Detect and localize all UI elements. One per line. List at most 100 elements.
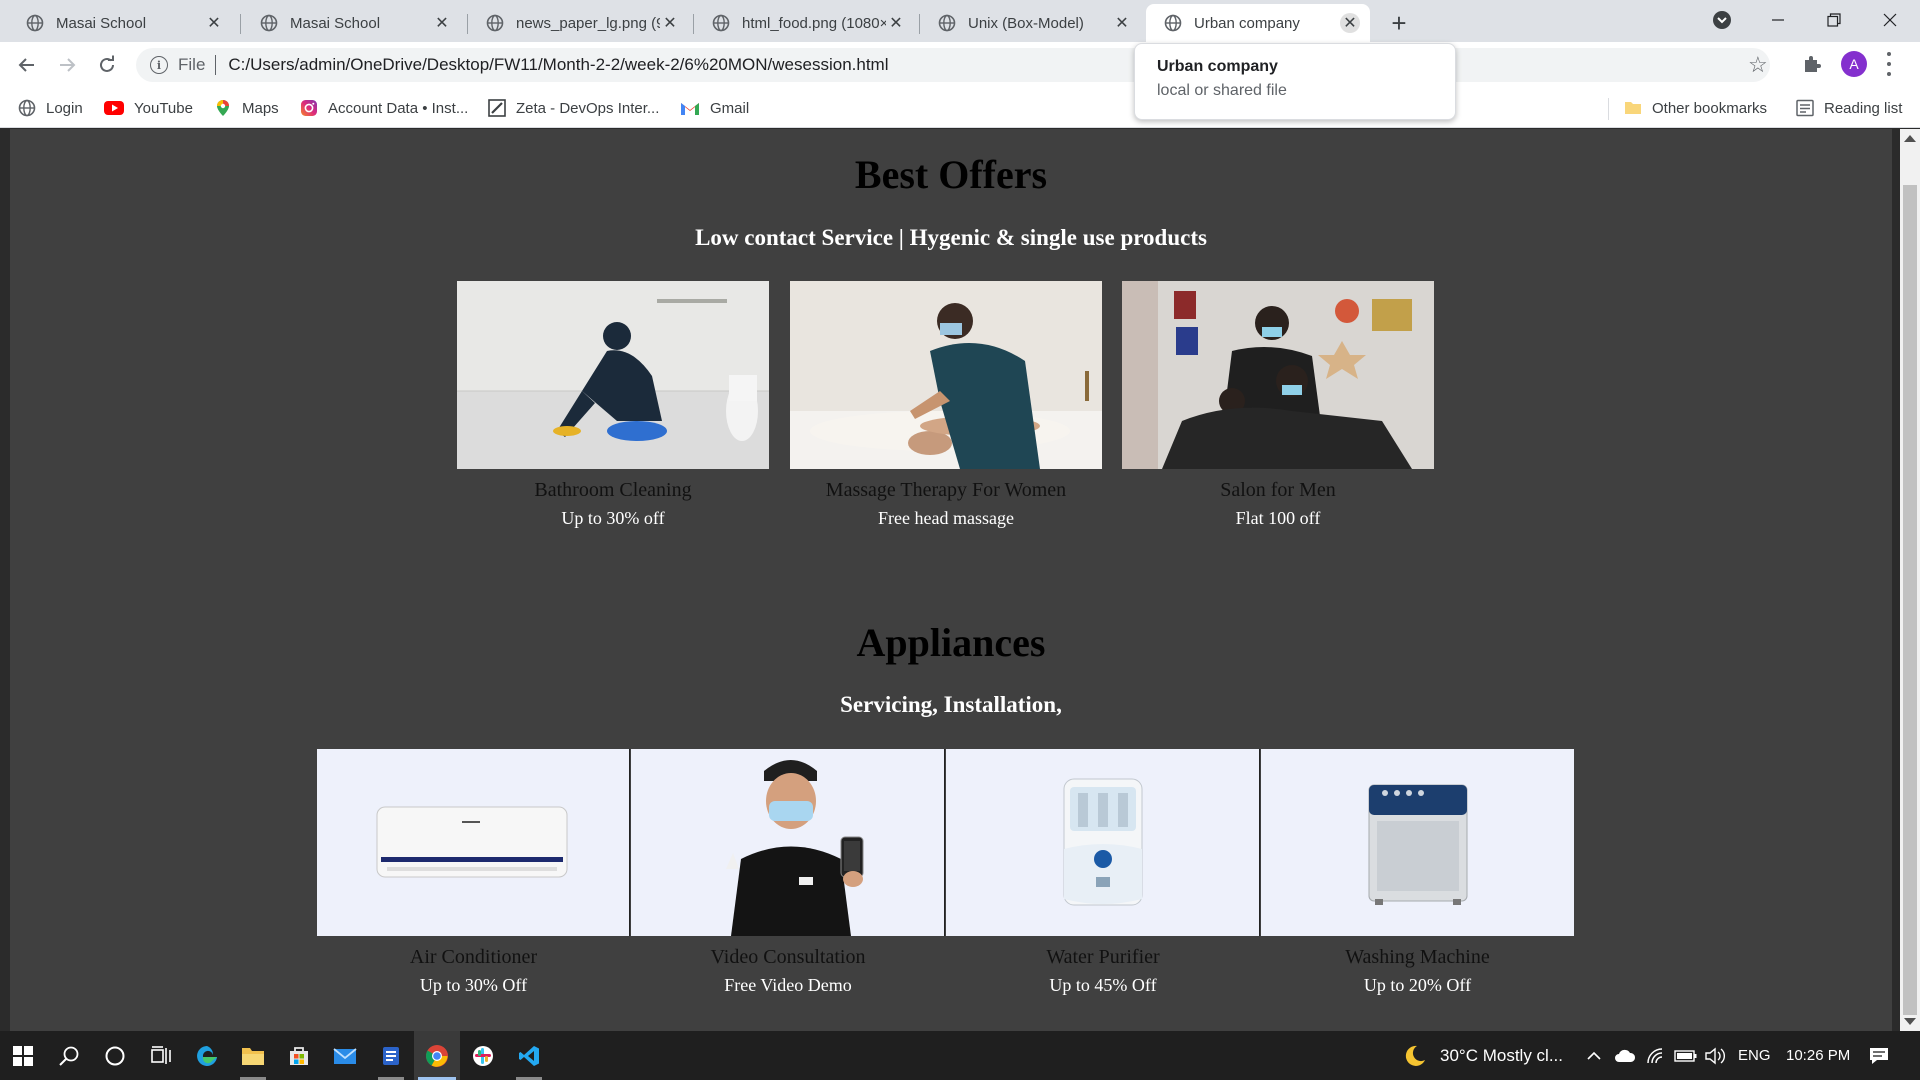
onedrive-tray[interactable] — [1614, 1031, 1636, 1080]
bookmark-zeta[interactable]: Zeta - DevOps Inter... — [488, 96, 659, 120]
info-icon[interactable]: i — [150, 56, 168, 74]
bookmark-label: Account Data • Inst... — [328, 99, 469, 117]
scroll-up-arrow-icon[interactable] — [1904, 135, 1916, 142]
close-window-button[interactable] — [1862, 0, 1918, 40]
bathroom-cleaning-image — [457, 281, 769, 469]
close-icon — [1883, 13, 1897, 27]
restore-button[interactable] — [1806, 0, 1862, 40]
extensions-puzzle-icon[interactable] — [1800, 51, 1826, 77]
card-name: Air Conditioner — [409, 946, 538, 968]
arrow-right-icon — [60, 58, 76, 72]
card-offer: Up to 30% Off — [419, 975, 528, 995]
show-hidden-icons[interactable] — [1586, 1031, 1602, 1080]
bookmark-star-icon[interactable]: ☆ — [1748, 52, 1768, 78]
weather-widget[interactable] — [1402, 1031, 1428, 1080]
bookmarks-divider — [1608, 98, 1609, 120]
cortana-button[interactable] — [92, 1031, 138, 1080]
tab-title: Urban company — [1194, 14, 1300, 32]
address-bar[interactable]: i File C:/Users/admin/OneDrive/Desktop/F… — [136, 48, 1770, 82]
minimize-icon — [1772, 19, 1784, 21]
other-bookmarks[interactable]: Other bookmarks — [1624, 96, 1767, 120]
edge-taskbar-button[interactable] — [184, 1031, 230, 1080]
input-language[interactable]: ENG — [1738, 1031, 1771, 1080]
scroll-down-arrow-icon[interactable] — [1904, 1018, 1916, 1025]
bookmark-maps[interactable]: Maps — [214, 96, 279, 120]
url-text[interactable]: C:/Users/admin/OneDrive/Desktop/FW11/Mon… — [228, 55, 888, 75]
appliance-card-washing-machine[interactable]: Washing Machine Up to 20% Off — [1261, 749, 1574, 996]
bookmark-youtube[interactable]: YouTube — [104, 96, 193, 120]
appliance-card-air-conditioner[interactable]: Air Conditioner Up to 30% Off — [317, 749, 630, 996]
tab-search-button[interactable] — [1694, 0, 1750, 40]
microsoft-store-button[interactable] — [276, 1031, 322, 1080]
chrome-icon — [426, 1044, 448, 1067]
tab-news-paper[interactable]: news_paper_lg.png (9 ✕ — [468, 4, 690, 42]
card-offer: Up to 45% Off — [1049, 975, 1157, 995]
file-explorer-button[interactable] — [230, 1031, 276, 1080]
back-button[interactable] — [12, 50, 42, 80]
moon-weather-icon — [1405, 1045, 1425, 1066]
tab-title: Unix (Box-Model) — [968, 14, 1084, 32]
menu-kebab-icon[interactable] — [1884, 52, 1894, 76]
mail-button[interactable] — [322, 1031, 368, 1080]
close-tab-icon[interactable]: ✕ — [432, 13, 452, 33]
battery-tray[interactable] — [1674, 1031, 1698, 1080]
close-tab-icon[interactable]: ✕ — [660, 13, 680, 33]
tab-urban-company[interactable]: Urban company ✕ — [1146, 4, 1370, 42]
appliance-card-water-purifier[interactable]: Water Purifier Up to 45% Off — [946, 749, 1260, 996]
restore-icon — [1827, 13, 1841, 27]
close-tab-icon[interactable]: ✕ — [886, 13, 906, 33]
volume-tray[interactable] — [1704, 1031, 1726, 1080]
start-button[interactable] — [0, 1031, 46, 1080]
tooltip-subtitle: local or shared file — [1157, 82, 1287, 99]
globe-icon — [938, 14, 956, 32]
store-bag-icon — [290, 1046, 308, 1065]
task-view-button[interactable] — [138, 1031, 184, 1080]
search-button[interactable] — [46, 1031, 92, 1080]
folder-icon — [1625, 102, 1641, 114]
reading-list[interactable]: Reading list — [1796, 96, 1902, 120]
action-center-button[interactable] — [1868, 1031, 1890, 1080]
maps-pin-icon — [217, 100, 229, 116]
other-bookmarks-label: Other bookmarks — [1652, 99, 1768, 117]
close-tab-icon[interactable]: ✕ — [204, 13, 224, 33]
vscode-button[interactable] — [506, 1031, 552, 1080]
washing-machine-image — [1261, 749, 1574, 936]
mail-envelope-icon — [333, 1047, 357, 1064]
network-tray[interactable] — [1646, 1031, 1666, 1080]
bookmark-instagram[interactable]: Account Data • Inst... — [300, 96, 468, 120]
offer-card-massage-therapy[interactable]: Massage Therapy For Women Free head mass… — [790, 281, 1102, 529]
bookmark-gmail[interactable]: Gmail — [680, 96, 749, 120]
appliance-card-video-consultation[interactable]: Video Consultation Free Video Demo — [631, 749, 945, 996]
offer-card-bathroom-cleaning[interactable]: Bathroom Cleaning Up to 30% off — [457, 281, 769, 529]
cortana-circle-icon — [105, 1046, 125, 1065]
tab-unix-box-model[interactable]: Unix (Box-Model) ✕ — [920, 4, 1142, 42]
water-purifier-image — [946, 749, 1260, 936]
close-tab-icon[interactable]: ✕ — [1340, 13, 1360, 33]
weather-text[interactable]: 30°C Mostly cl... — [1440, 1031, 1563, 1080]
close-tab-icon[interactable]: ✕ — [1112, 13, 1132, 33]
profile-avatar[interactable]: A — [1841, 51, 1867, 77]
word-button[interactable] — [368, 1031, 414, 1080]
tab-masai-school-2[interactable]: Masai School ✕ — [242, 4, 462, 42]
best-offers-subtitle: Low contact Service | Hygenic & single u… — [695, 225, 1207, 250]
zeta-icon — [488, 99, 506, 117]
bookmark-login[interactable]: Login — [18, 96, 83, 120]
new-tab-button[interactable]: + — [1384, 8, 1414, 38]
appliances-subtitle: Servicing, Installation, — [840, 692, 1062, 717]
vertical-scrollbar[interactable] — [1900, 129, 1920, 1031]
tooltip-title: Urban company — [1157, 58, 1278, 75]
minimize-button[interactable] — [1750, 0, 1806, 40]
chrome-taskbar-button[interactable] — [414, 1031, 460, 1080]
card-name: Washing Machine — [1345, 946, 1490, 968]
tab-strip: Masai School ✕ Masai School ✕ news_paper… — [0, 0, 1920, 42]
slack-button[interactable] — [460, 1031, 506, 1080]
offer-card-salon-for-men[interactable]: Salon for Men Flat 100 off — [1122, 281, 1434, 529]
scrollbar-thumb[interactable] — [1903, 185, 1917, 1015]
globe-icon — [18, 99, 36, 117]
tab-masai-school-1[interactable]: Masai School ✕ — [8, 4, 234, 42]
tab-html-food[interactable]: html_food.png (1080× ✕ — [694, 4, 916, 42]
card-offer: Free head massage — [878, 508, 1014, 528]
clock[interactable]: 10:26 PM — [1786, 1031, 1850, 1080]
reload-button[interactable] — [92, 50, 122, 80]
forward-button[interactable] — [52, 50, 82, 80]
